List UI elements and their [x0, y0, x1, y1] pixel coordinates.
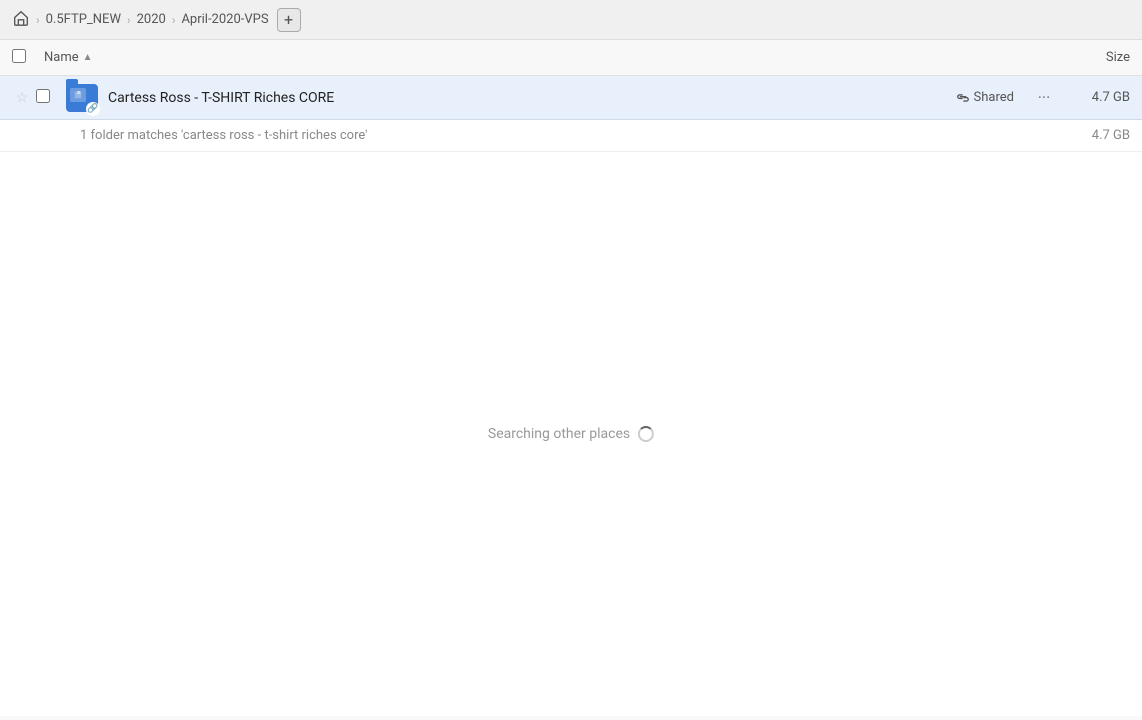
size-column-header[interactable]: Size: [1050, 50, 1130, 65]
shared-label: Shared: [974, 90, 1014, 105]
shared-link-icon: [956, 91, 970, 105]
breadcrumb-sftp[interactable]: 0.5FTP_NEW: [46, 12, 121, 27]
searching-label-text: Searching other places: [488, 426, 630, 442]
searching-other-places: Searching other places: [488, 426, 654, 442]
sort-arrow-icon: ▲: [83, 52, 93, 63]
file-row[interactable]: ☆ 🔗 Cartess Ross - T-SHIRT Riches CORE S…: [0, 76, 1142, 120]
breadcrumb-april[interactable]: April-2020-VPS: [181, 12, 268, 27]
size-column-label: Size: [1106, 50, 1130, 65]
breadcrumb-sftp-label: 0.5FTP_NEW: [46, 12, 121, 27]
breadcrumb-2020[interactable]: 2020: [137, 12, 166, 27]
select-all-checkbox[interactable]: [12, 49, 26, 63]
name-column-label: Name: [44, 50, 79, 65]
breadcrumb-sep-2: ›: [127, 13, 131, 27]
home-icon: [12, 9, 30, 31]
folder-icon-wrap: 🔗: [64, 80, 100, 116]
loading-spinner: [638, 426, 654, 442]
match-count-row: 1 folder matches 'cartess ross - t-shirt…: [0, 120, 1142, 152]
breadcrumb-april-label: April-2020-VPS: [181, 12, 268, 27]
shared-badge: Shared: [956, 90, 1014, 105]
file-size-label: 4.7 GB: [1070, 90, 1130, 105]
main-content-area: Searching other places: [0, 152, 1142, 716]
breadcrumb-2020-label: 2020: [137, 12, 166, 27]
match-count-text: 1 folder matches 'cartess ross - t-shirt…: [80, 128, 367, 143]
column-header-row: Name ▲ Size: [0, 40, 1142, 76]
breadcrumb-bar: › 0.5FTP_NEW › 2020 › April-2020-VPS +: [0, 0, 1142, 40]
row-checkbox-area: [36, 89, 60, 107]
more-options-button[interactable]: ···: [1030, 84, 1058, 112]
breadcrumb-sep-1: ›: [36, 13, 40, 27]
breadcrumb-add-button[interactable]: +: [277, 8, 301, 32]
breadcrumb-home[interactable]: [12, 9, 30, 31]
folder-overlay: [70, 88, 86, 102]
file-name-label: Cartess Ross - T-SHIRT Riches CORE: [108, 90, 956, 106]
breadcrumb-sep-3: ›: [172, 13, 176, 27]
match-total-size: 4.7 GB: [1092, 128, 1130, 143]
link-badge-icon: 🔗: [86, 102, 100, 116]
header-checkbox-area: [12, 49, 36, 67]
star-icon[interactable]: ☆: [12, 88, 32, 108]
more-dots-icon: ···: [1038, 88, 1051, 107]
row-checkbox[interactable]: [36, 89, 50, 103]
name-column-header[interactable]: Name ▲: [44, 50, 1050, 65]
